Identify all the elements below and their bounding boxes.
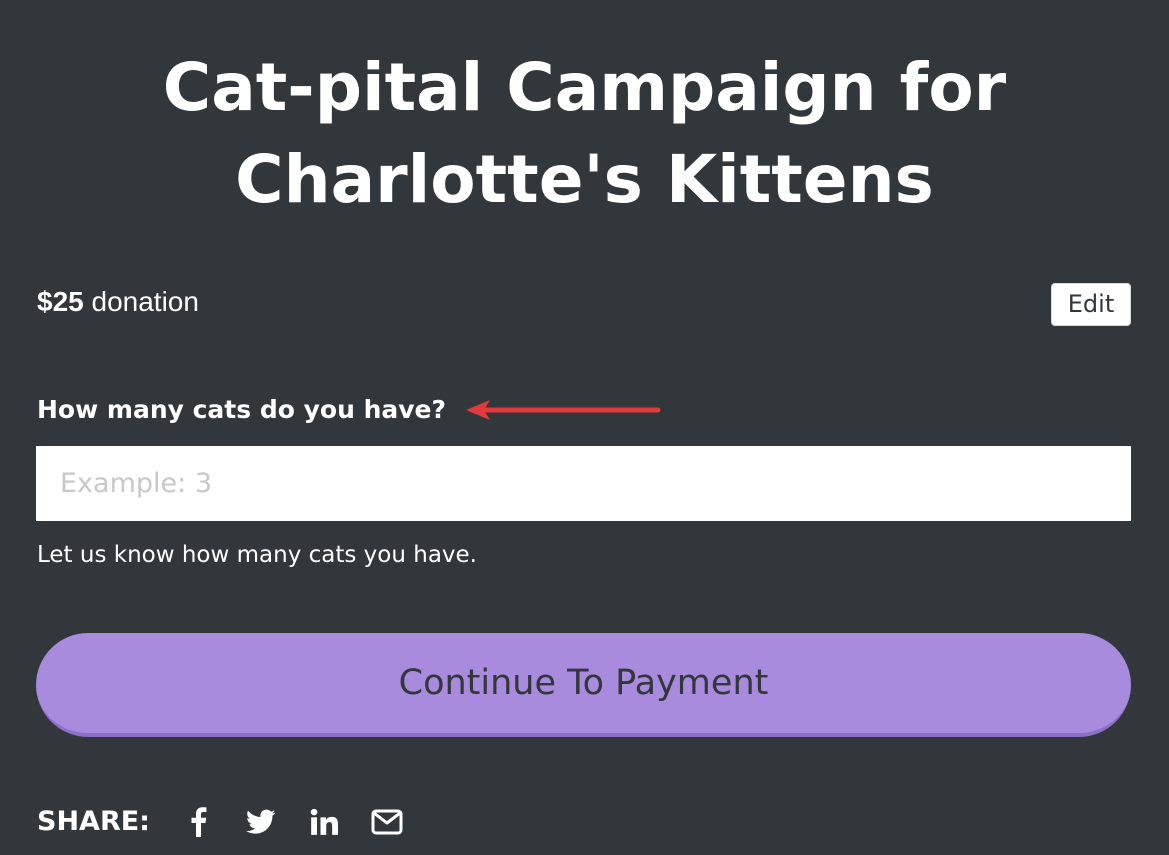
cats-help-text: Let us know how many cats you have. <box>37 542 477 568</box>
page-title-line-1: Cat-pital Campaign for <box>162 49 1007 126</box>
share-label: SHARE: <box>37 806 150 837</box>
edit-donation-button[interactable]: Edit <box>1051 283 1131 326</box>
email-icon[interactable] <box>367 802 407 842</box>
donation-amount: $25 <box>37 286 84 317</box>
cats-question-label: How many cats do you have? <box>37 395 447 424</box>
page-title-line-2: Charlotte's Kittens <box>235 141 934 218</box>
page-title: Cat-pital Campaign for Charlotte's Kitte… <box>0 42 1169 226</box>
facebook-icon[interactable] <box>178 802 218 842</box>
cats-count-input[interactable] <box>36 446 1131 521</box>
donation-label: donation <box>83 286 199 317</box>
donation-summary: $25 donation <box>37 284 199 320</box>
linkedin-icon[interactable] <box>304 802 344 842</box>
annotation-arrow-icon <box>466 400 661 420</box>
share-bar: SHARE: <box>37 800 430 844</box>
continue-to-payment-button[interactable]: Continue To Payment <box>36 633 1131 737</box>
twitter-icon[interactable] <box>241 802 281 842</box>
